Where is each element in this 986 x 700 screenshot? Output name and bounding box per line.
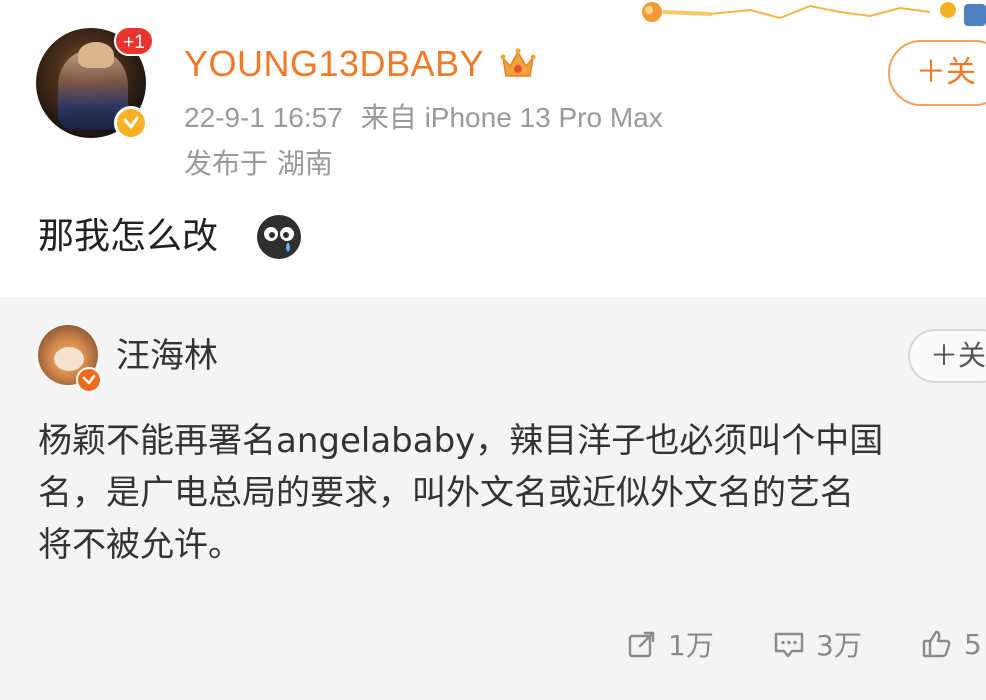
notification-badge: +1 [114, 26, 154, 56]
meteor-decoration-icon [642, 2, 986, 26]
post-meta: 22-9-1 16:57 来自 iPhone 13 Pro Max [184, 98, 663, 138]
crying-emoji-icon [257, 215, 301, 259]
post-text: 那我怎么改 [38, 216, 219, 257]
share-icon [628, 631, 655, 658]
comment-button[interactable]: 3万 [772, 619, 862, 669]
verified-icon [76, 367, 102, 393]
thumbs-up-icon [922, 630, 951, 658]
repost-text-line: 将不被允许。 [38, 525, 242, 565]
like-count: 5 [964, 627, 982, 661]
post-location: 发布于 湖南 [184, 147, 333, 180]
repost-follow-button[interactable]: ＋关 [908, 329, 986, 383]
repost-text-line: 杨颖不能再署名angelababy，辣目洋子也必须叫个中国 [38, 421, 884, 461]
repost-author-name[interactable]: 汪海林 [116, 333, 218, 379]
follow-button[interactable]: ＋关 [888, 40, 986, 106]
author-name[interactable]: YOUNG13DBABY [184, 40, 484, 88]
action-bar: 1万 3万 5 [0, 619, 986, 669]
post-source: 来自 iPhone 13 Pro Max [360, 102, 663, 133]
verified-icon [114, 106, 148, 140]
reposted-weibo[interactable]: 汪海林 ＋关 杨颖不能再署名angelababy，辣目洋子也必须叫个中国 名，是… [0, 297, 986, 700]
repost-button[interactable]: 1万 [626, 619, 714, 669]
crown-icon [500, 48, 536, 77]
like-button[interactable]: 5 [920, 619, 982, 669]
repost-text: 杨颖不能再署名angelababy，辣目洋子也必须叫个中国 名，是广电总局的要求… [38, 415, 986, 571]
comment-icon [774, 632, 804, 658]
comment-count: 3万 [816, 629, 862, 662]
repost-count: 1万 [668, 629, 714, 662]
repost-text-line: 名，是广电总局的要求，叫外文名或近似外文名的艺名 [38, 473, 854, 513]
post-timestamp: 22-9-1 16:57 [184, 102, 343, 133]
